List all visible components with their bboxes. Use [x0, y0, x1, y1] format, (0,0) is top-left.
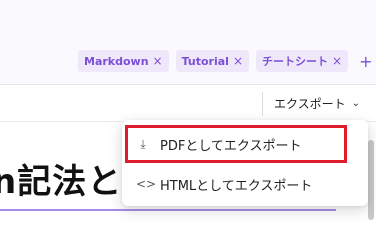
code-icon: <>: [136, 177, 157, 191]
export-dropdown-button[interactable]: エクスポート ⌄: [274, 95, 360, 112]
tag-markdown[interactable]: Markdown ×: [78, 50, 169, 72]
export-label: エクスポート: [273, 97, 346, 111]
tag-list: Markdown × Tutorial × チートシート × +: [78, 50, 372, 72]
export-html-menu-item[interactable]: <> HTMLとしてエクスポート: [122, 164, 368, 204]
tag-tutorial[interactable]: Tutorial ×: [175, 50, 250, 72]
tag-cheatsheet[interactable]: チートシート ×: [256, 50, 349, 72]
download-icon: ⤓: [140, 136, 146, 151]
toolbar-divider: [262, 92, 263, 116]
scrollbar[interactable]: [368, 140, 374, 220]
menu-item-label: PDFとしてエクスポート: [160, 138, 302, 154]
menu-item-label: HTMLとしてエクスポート: [160, 178, 313, 194]
export-pdf-menu-item[interactable]: ⤓ PDFとしてエクスポート: [122, 124, 368, 164]
tag-label: Tutorial: [181, 54, 229, 68]
tag-remove-icon[interactable]: ×: [332, 54, 342, 68]
page: Markdown × Tutorial × チートシート × + エクスポート …: [0, 0, 376, 234]
tag-remove-icon[interactable]: ×: [233, 54, 243, 68]
toolbar: エクスポート ⌄: [0, 86, 376, 122]
export-menu: ⤓ PDFとしてエクスポート <> HTMLとしてエクスポート: [122, 120, 368, 206]
tag-label: Markdown: [84, 54, 149, 68]
tag-bar: Markdown × Tutorial × チートシート × +: [0, 0, 376, 85]
heading-underline: [0, 209, 336, 211]
chevron-down-icon: ⌄: [351, 98, 360, 109]
tag-label: チートシート: [262, 55, 329, 68]
tag-remove-icon[interactable]: ×: [153, 54, 163, 68]
add-tag-icon[interactable]: +: [359, 52, 372, 71]
